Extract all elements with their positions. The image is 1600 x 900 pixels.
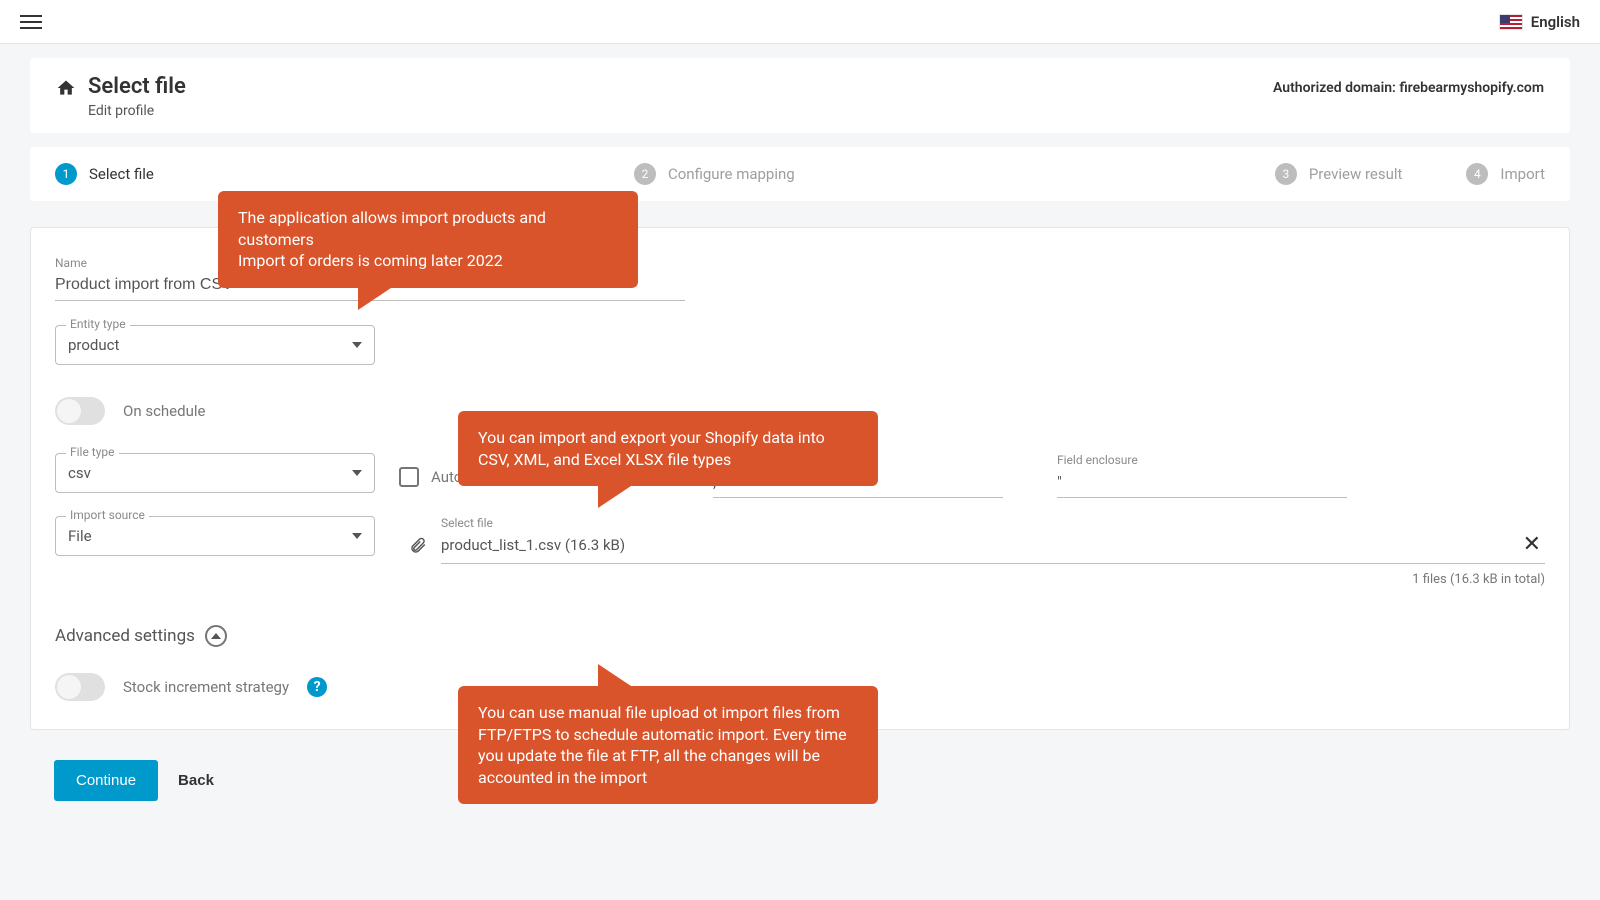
home-icon[interactable] [56, 78, 76, 98]
top-bar: English [0, 0, 1600, 44]
on-schedule-toggle[interactable] [55, 397, 105, 425]
selected-file-name: product_list_1.csv (16.3 kB) [441, 536, 1519, 554]
import-source-select[interactable]: Import source File [55, 516, 375, 556]
step-select-file[interactable]: 1 Select file [55, 163, 154, 185]
auto-detect-checkbox[interactable] [399, 467, 419, 487]
step-label: Configure mapping [668, 165, 795, 183]
flag-icon [1499, 14, 1523, 30]
attachment-icon[interactable] [409, 535, 427, 557]
step-configure-mapping[interactable]: 2 Configure mapping [634, 163, 795, 185]
chevron-down-icon [352, 470, 362, 476]
back-button[interactable]: Back [178, 772, 214, 789]
field-enclosure-input[interactable]: " [1057, 469, 1347, 498]
step-label: Select file [89, 165, 154, 183]
import-source-value: File [68, 527, 92, 545]
language-label: English [1531, 13, 1580, 31]
page-title: Select file [88, 74, 186, 99]
step-badge: 1 [55, 163, 77, 185]
advanced-settings-label: Advanced settings [55, 626, 195, 646]
page-header: Select file Edit profile Authorized doma… [30, 58, 1570, 133]
chevron-down-icon [352, 533, 362, 539]
entity-type-value: product [68, 336, 119, 354]
chevron-down-icon [352, 342, 362, 348]
language-selector[interactable]: English [1499, 13, 1580, 31]
step-label: Import [1500, 165, 1545, 183]
callout-text: You can import and export your Shopify d… [478, 427, 858, 470]
step-badge: 3 [1275, 163, 1297, 185]
menu-icon[interactable] [20, 11, 42, 33]
step-badge: 2 [634, 163, 656, 185]
callout-text: You can use manual file upload ot import… [478, 702, 858, 788]
import-source-label: Import source [66, 508, 149, 522]
continue-button[interactable]: Continue [54, 760, 158, 801]
authorized-domain: Authorized domain: firebearmyshopify.com [1273, 80, 1544, 96]
advanced-settings-toggle[interactable]: Advanced settings [55, 625, 1545, 647]
step-label: Preview result [1309, 165, 1403, 183]
field-enclosure-label: Field enclosure [1057, 453, 1347, 467]
clear-file-icon[interactable]: ✕ [1519, 532, 1545, 557]
callout-entity-note: The application allows import products a… [218, 191, 638, 288]
callout-filetype-note: You can import and export your Shopify d… [458, 411, 878, 486]
page-subtitle: Edit profile [88, 103, 186, 119]
entity-type-label: Entity type [66, 317, 130, 331]
stock-increment-label: Stock increment strategy [123, 678, 289, 696]
file-summary: 1 files (16.3 kB in total) [409, 572, 1545, 587]
file-type-label: File type [66, 445, 119, 459]
select-file-label: Select file [441, 516, 1545, 530]
callout-source-note: You can use manual file upload ot import… [458, 686, 878, 804]
chevron-up-icon [205, 625, 227, 647]
on-schedule-label: On schedule [123, 402, 205, 420]
file-type-value: csv [68, 464, 91, 482]
step-badge: 4 [1466, 163, 1488, 185]
callout-text: The application allows import products a… [238, 207, 618, 250]
step-preview-result[interactable]: 3 Preview result [1275, 163, 1403, 185]
stock-increment-toggle[interactable] [55, 673, 105, 701]
step-import[interactable]: 4 Import [1466, 163, 1545, 185]
entity-type-select[interactable]: Entity type product [55, 325, 375, 365]
file-type-select[interactable]: File type csv [55, 453, 375, 493]
callout-text: Import of orders is coming later 2022 [238, 250, 618, 272]
help-icon[interactable]: ? [307, 677, 327, 697]
